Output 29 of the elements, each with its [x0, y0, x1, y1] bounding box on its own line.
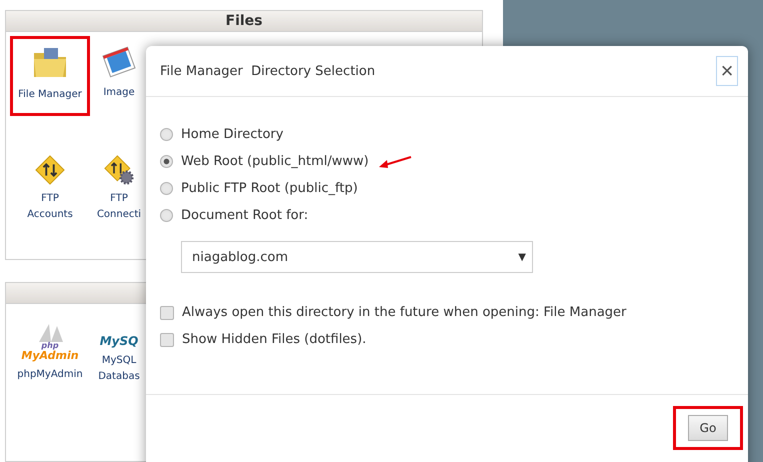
radio-button[interactable]: [160, 155, 173, 168]
radio-label: Web Root (public_html/www): [181, 154, 369, 169]
checkbox-label: Show Hidden Files (dotfiles).: [182, 332, 366, 347]
radio-button[interactable]: [160, 128, 173, 141]
tile-label[interactable]: MySQL: [102, 353, 136, 370]
tile-label[interactable]: phpMyAdmin: [17, 367, 83, 384]
tile-label[interactable]: Databas: [98, 369, 140, 386]
radio-button[interactable]: [160, 209, 173, 222]
radio-label: Public FTP Root (public_ftp): [181, 181, 358, 196]
dialog-title: File Manager Directory Selection: [160, 64, 376, 78]
checkbox[interactable]: [160, 332, 174, 346]
logo: MySQ: [100, 333, 138, 348]
tile-label[interactable]: Connecti: [96, 207, 142, 223]
go-button[interactable]: Go: [688, 415, 728, 441]
close-button[interactable]: ×: [716, 56, 738, 86]
tile-label[interactable]: Image: [103, 85, 135, 101]
tile-label[interactable]: FTP: [41, 191, 59, 207]
radio-label: Document Root for:: [181, 208, 308, 223]
checkbox[interactable]: [160, 306, 174, 320]
radio-label: Home Directory: [181, 127, 284, 142]
tile-label[interactable]: FTP: [110, 191, 128, 207]
domain-select[interactable]: niagablog.com ▼: [181, 241, 533, 273]
logo: php MyAdmin: [21, 317, 79, 362]
tile-label[interactable]: Accounts: [27, 207, 73, 223]
up-down-arrows-icon: [34, 155, 66, 185]
tile-label[interactable]: File Manager: [18, 87, 82, 103]
checkbox-label: Always open this directory in the future when opening: File Manager: [182, 305, 626, 320]
radio-button[interactable]: [160, 182, 173, 195]
panel-title: Files: [6, 11, 482, 32]
